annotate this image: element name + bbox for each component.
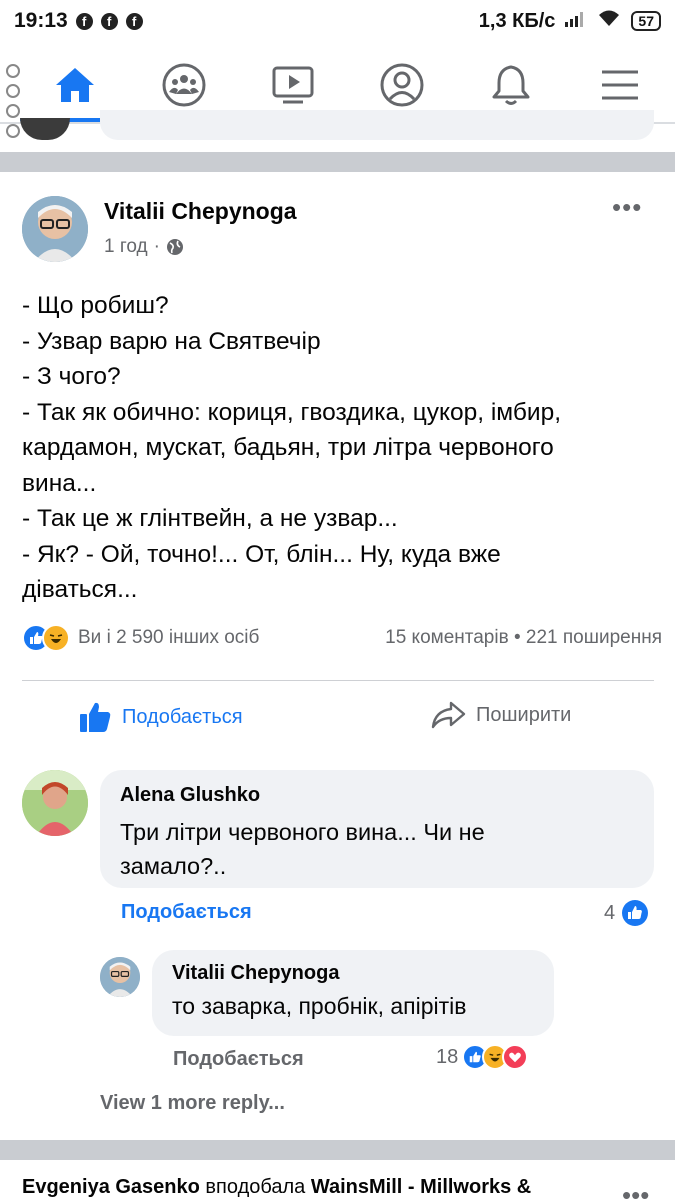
post-author-name[interactable]: Vitalii Chepynoga: [104, 198, 297, 225]
facebook-notification-icon: f: [125, 12, 143, 30]
wifi-icon: [597, 9, 621, 33]
groups-icon: [162, 63, 206, 107]
like-label: Подобається: [122, 705, 243, 728]
post-reactions-summary[interactable]: Ви і 2 590 інших осіб 15 коментарів • 22…: [22, 624, 662, 652]
post-author-avatar[interactable]: [22, 196, 88, 262]
like-reaction-icon: [622, 900, 649, 926]
facebook-notification-icon: f: [100, 12, 118, 30]
comment-text-line: Три літри червоного вина... Чи не: [120, 819, 485, 845]
post-time[interactable]: 1 год: [104, 236, 148, 258]
love-reaction-icon: [502, 1044, 529, 1070]
post-meta: 1 год ·: [104, 236, 184, 258]
feed-separator: [0, 152, 675, 172]
post-text-line: - Що робиш?: [22, 292, 169, 319]
view-more-replies-link[interactable]: View 1 more reply...: [100, 1092, 285, 1115]
status-time: 19:13: [14, 9, 68, 32]
post-text-line: - Так це ж глінтвейн, а не узвар...: [22, 505, 398, 532]
reply-author-avatar[interactable]: [100, 957, 140, 997]
post-share-button[interactable]: Поширити: [430, 700, 571, 730]
next-story-options-button[interactable]: •••: [622, 1182, 649, 1200]
next-story-verb: вподобала: [199, 1176, 311, 1198]
comment-text: Три літри червоного вина... Чи не замало…: [120, 815, 634, 883]
meta-dot: ·: [153, 236, 160, 257]
actions-divider: [22, 680, 654, 681]
reply-like-button[interactable]: Подобається: [173, 1048, 304, 1071]
post-body: - Що робиш? - Узвар варю на Святвечір - …: [22, 288, 662, 608]
reaction-count: 4: [604, 901, 616, 924]
next-story-target[interactable]: WainsMill - Millworks &: [311, 1176, 531, 1198]
comment-bubble[interactable]: Alena Glushko Три літри червоного вина..…: [100, 770, 654, 888]
post-text-line: кардамон, мускат, бадьян, три літра черв…: [22, 434, 554, 461]
menu-icon: [602, 70, 639, 100]
post-like-button[interactable]: Подобається: [78, 700, 243, 734]
post-stats[interactable]: 15 коментарів • 221 поширення: [385, 627, 662, 649]
comment-reaction-count[interactable]: 4: [604, 899, 649, 927]
post-text-line: вина...: [22, 469, 97, 497]
post-text-line: діваться...: [22, 576, 138, 603]
facebook-notification-icon: f: [75, 12, 93, 30]
feed-separator: [0, 1140, 675, 1160]
post-text-line: - Так як обично: кориця, гвоздика, цукор…: [22, 398, 561, 426]
reactions-text: Ви і 2 590 інших осіб: [78, 627, 260, 648]
post-text-line: - Як? - Ой, точно!... От, блін... Ну, ку…: [22, 540, 501, 568]
share-label: Поширити: [476, 703, 572, 726]
watch-icon: [272, 66, 314, 104]
thumbs-up-icon: [80, 702, 111, 732]
reply-bubble[interactable]: Vitalii Chepynoga то заварка, пробнік, а…: [152, 950, 554, 1036]
comment-author-avatar[interactable]: [22, 770, 88, 836]
comment-author-name[interactable]: Alena Glushko: [120, 784, 634, 807]
reaction-icons: [22, 624, 70, 652]
profile-icon: [380, 63, 424, 107]
post-text-line: - З чого?: [22, 363, 121, 390]
globe-icon: [166, 239, 183, 255]
previous-comment-avatar[interactable]: [20, 118, 70, 140]
battery-icon: 57: [631, 11, 661, 31]
comment-like-button[interactable]: Подобається: [121, 901, 252, 924]
network-speed: 1,3 КБ/с: [478, 9, 556, 32]
share-icon: [431, 701, 466, 729]
haha-reaction-icon: [42, 624, 70, 652]
reply-author-name[interactable]: Vitalii Chepynoga: [172, 962, 534, 985]
signal-icon: [565, 10, 587, 33]
comment-text-line: замало?..: [120, 853, 227, 879]
next-story-actor[interactable]: Evgeniya Gasenko: [22, 1176, 200, 1198]
status-bar: 19:13 f f f 1,3 КБ/с 57: [0, 0, 675, 42]
reaction-count: 18: [436, 1045, 459, 1068]
reply-text: то заварка, пробнік, апірітів: [172, 989, 534, 1023]
reply-text-line: то заварка, пробнік, апірітів: [172, 993, 467, 1019]
reply-reaction-count[interactable]: 18: [436, 1044, 529, 1070]
home-icon: [55, 68, 94, 102]
post-text-line: - Узвар варю на Святвечір: [22, 327, 321, 355]
next-story-header: Evgeniya Gasenko вподобала WainsMill - M…: [22, 1176, 531, 1199]
bell-icon: [492, 65, 530, 105]
post-options-button[interactable]: •••: [612, 194, 642, 220]
previous-comment-bubble[interactable]: [100, 110, 654, 140]
